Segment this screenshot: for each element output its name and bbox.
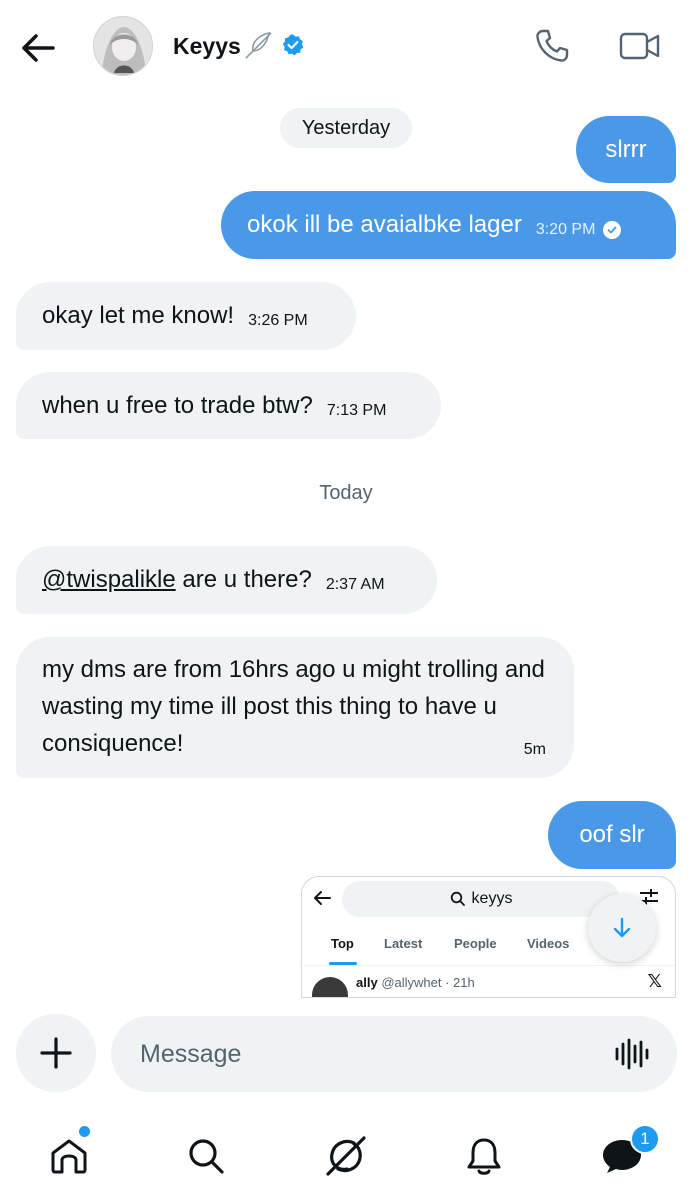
voice-waveform-icon	[615, 1038, 649, 1070]
call-button[interactable]	[532, 26, 572, 66]
message-timestamp: 5m	[523, 741, 546, 758]
search-icon	[450, 891, 465, 906]
message-text: when u free to trade btw?	[42, 391, 313, 419]
video-camera-icon	[619, 32, 660, 60]
feather-emoji-icon	[243, 29, 277, 66]
bottom-navigation: 1	[0, 1110, 692, 1199]
avatar-image	[94, 17, 152, 75]
message-text: oof slr	[579, 821, 645, 848]
message-input[interactable]	[111, 1016, 677, 1092]
search-icon	[189, 1139, 224, 1174]
embed-tab-indicator	[329, 962, 357, 965]
message-timestamp: 3:20 PM	[535, 221, 596, 238]
video-call-button[interactable]	[618, 26, 662, 66]
phone-icon	[536, 29, 569, 62]
contact-name[interactable]: Keyys	[173, 33, 241, 60]
nav-home[interactable]	[41, 1128, 97, 1184]
arrow-down-icon	[613, 917, 631, 938]
message-timestamp: 7:13 PM	[326, 401, 387, 419]
message-timestamp: 3:26 PM	[248, 312, 308, 329]
embed-post-handle: @allywhet · 21h	[381, 975, 475, 990]
message-text-rest: are u there?	[175, 566, 312, 593]
plus-icon	[40, 1037, 72, 1069]
embed-post-row: ally @allywhet · 21h 𝕏	[312, 971, 672, 997]
voice-message-button[interactable]	[612, 1036, 652, 1072]
message-text: slrrr	[605, 135, 647, 163]
message-bubble-incoming[interactable]: my dms are from 16hrs ago u might trolli…	[16, 637, 574, 778]
bell-icon	[467, 1138, 501, 1175]
scroll-to-bottom-button[interactable]	[588, 894, 656, 962]
message-text: my dms are from 16hrs ago u might trolli…	[42, 656, 545, 757]
message-bubble-outgoing[interactable]: slrrr	[576, 116, 676, 183]
embed-search-query: keyys	[471, 890, 513, 907]
date-separator-yesterday: Yesterday	[280, 108, 412, 148]
grok-icon	[326, 1136, 366, 1176]
nav-grok[interactable]	[318, 1128, 374, 1184]
mention-link[interactable]: @twispalikle	[42, 566, 176, 593]
add-media-button[interactable]	[16, 1014, 96, 1092]
embed-back-arrow-icon	[312, 889, 332, 912]
read-receipt-icon	[603, 221, 622, 239]
embed-post-username: ally	[356, 975, 378, 990]
home-notification-dot	[79, 1126, 90, 1137]
message-text: okok ill be avaialbke lager	[247, 211, 522, 238]
embed-post-user: ally @allywhet · 21h	[356, 975, 475, 990]
date-separator-today: Today	[319, 482, 373, 504]
arrow-left-icon	[22, 34, 55, 62]
message-bubble-incoming[interactable]: okay let me know! 3:26 PM	[16, 282, 356, 350]
home-icon	[51, 1139, 87, 1174]
embed-tab-latest: Latest	[384, 936, 423, 951]
message-bubble-outgoing[interactable]: oof slr	[548, 801, 676, 869]
embed-post-avatar	[312, 977, 348, 997]
message-composer	[0, 998, 692, 1108]
message-timestamp: 2:37 AM	[325, 576, 385, 593]
embed-tab-top: Top	[331, 936, 354, 951]
embed-search-bar: keyys	[342, 881, 620, 917]
embed-tab-videos: Videos	[527, 936, 570, 951]
avatar[interactable]	[93, 16, 153, 76]
message-bubble-incoming[interactable]: when u free to trade btw? 7:13 PM	[16, 372, 441, 439]
x-logo-icon: 𝕏	[647, 971, 662, 991]
message-text: @twispalikle are u there?	[42, 562, 312, 598]
message-text: okay let me know!	[42, 302, 235, 329]
messages-badge: 1	[630, 1124, 660, 1154]
nav-notifications[interactable]	[456, 1128, 512, 1184]
nav-search[interactable]	[178, 1128, 234, 1184]
message-bubble-incoming[interactable]: @twispalikle are u there? 2:37 AM	[16, 546, 437, 614]
conversation-header: Keyys	[0, 0, 692, 92]
verified-badge-icon	[281, 33, 305, 62]
message-bubble-outgoing[interactable]: okok ill be avaialbke lager 3:20 PM	[221, 191, 676, 259]
embed-tab-people: People	[454, 936, 497, 951]
back-button[interactable]	[18, 28, 58, 68]
